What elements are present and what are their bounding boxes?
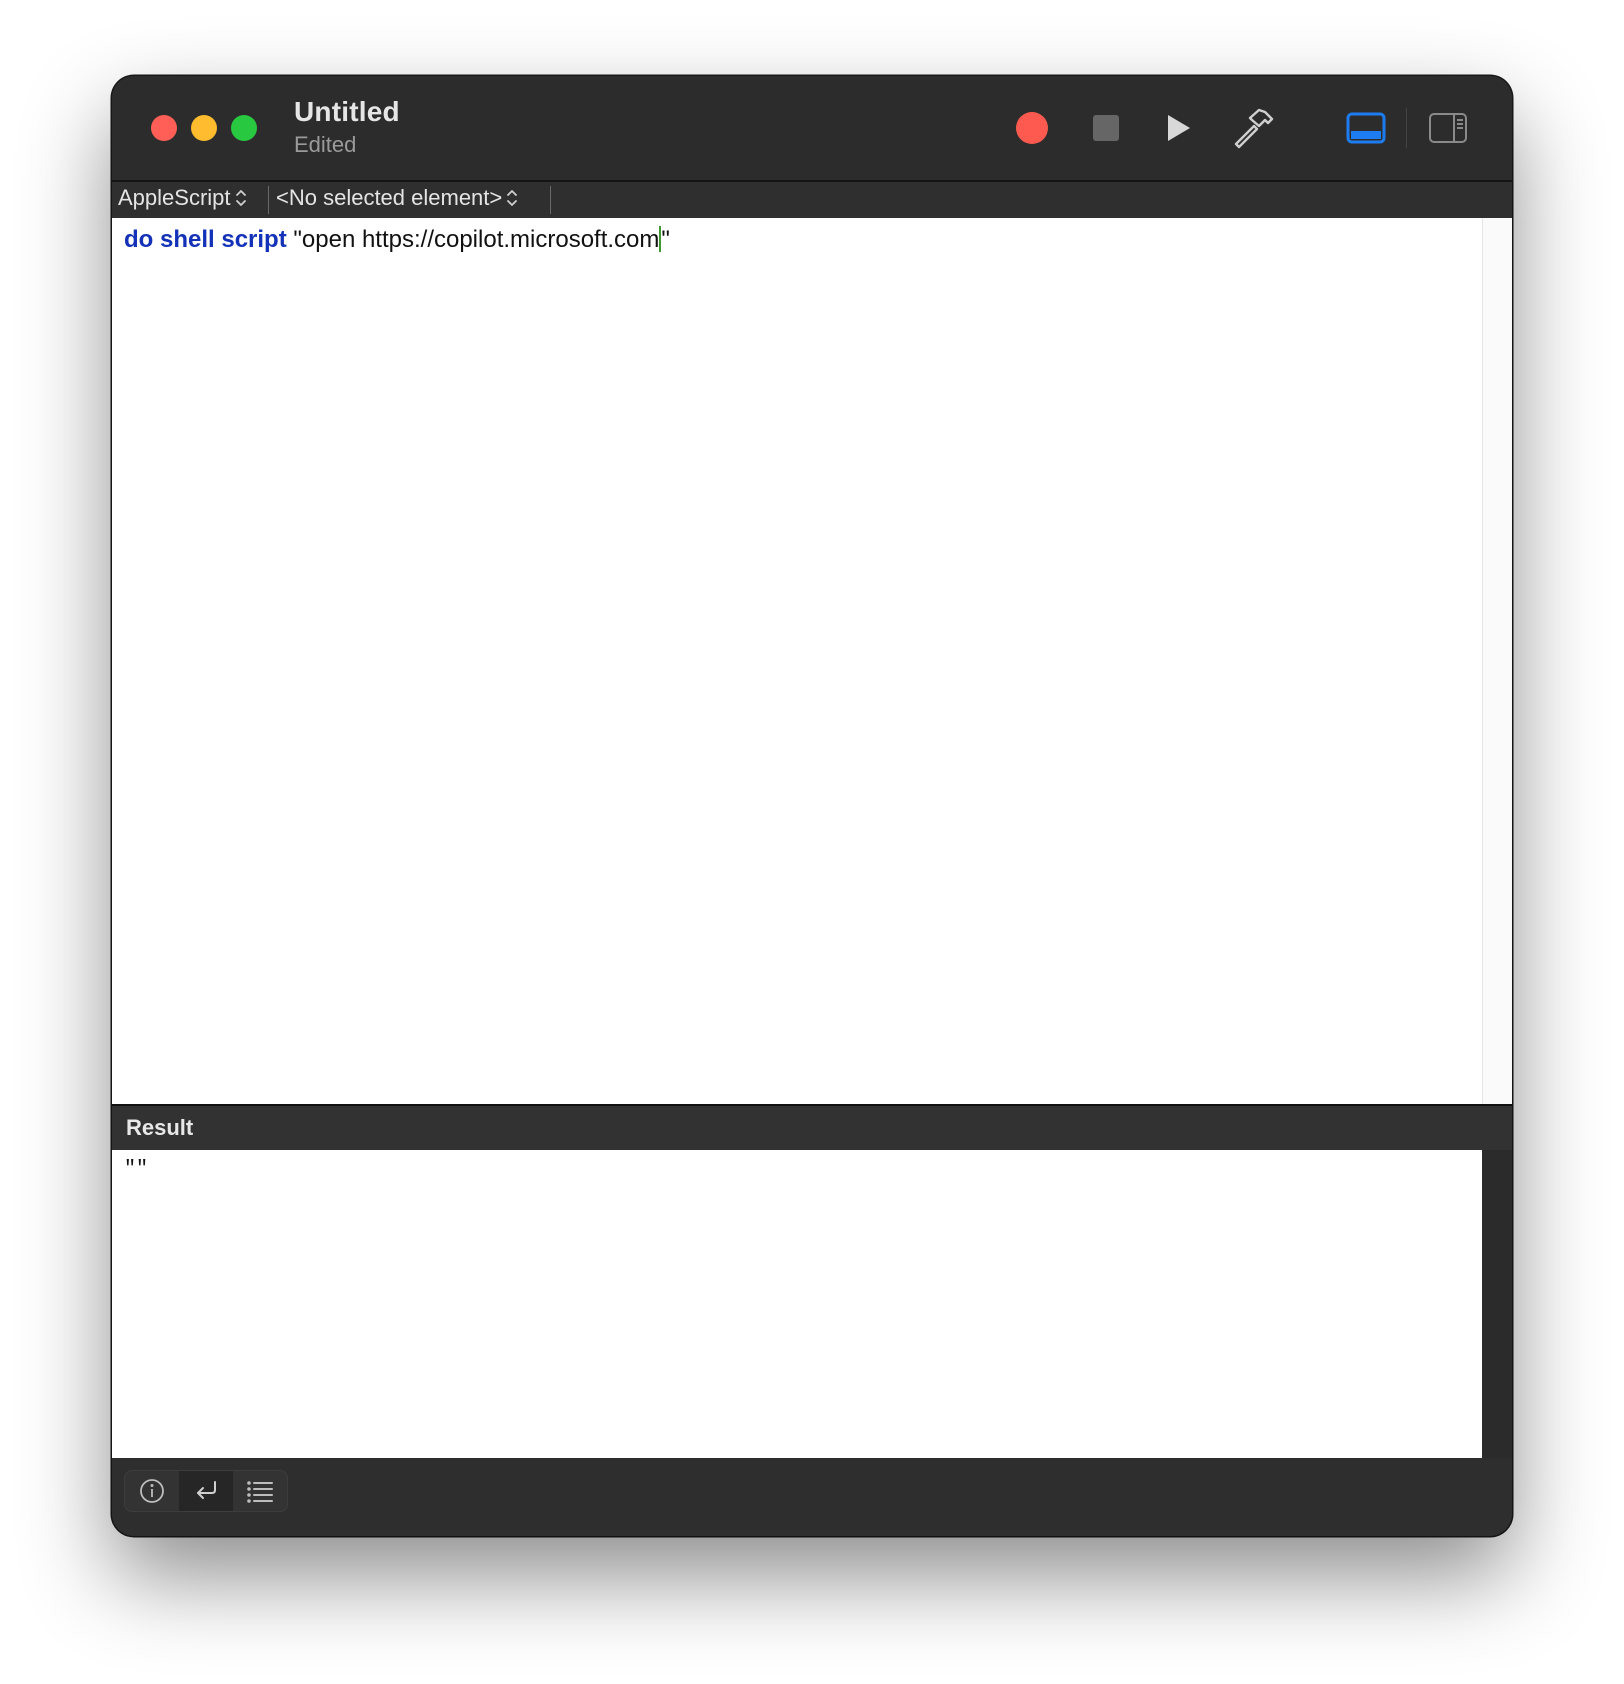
element-popup[interactable]: <No selected element> (276, 185, 518, 211)
result-title: Result (126, 1115, 194, 1140)
right-sidebar-icon (1429, 113, 1467, 143)
window-title[interactable]: Untitled (294, 96, 400, 128)
element-label: <No selected element> (276, 185, 503, 210)
record-button[interactable] (1008, 104, 1056, 152)
show-sidebar-button[interactable] (1424, 104, 1472, 152)
run-button[interactable] (1154, 104, 1202, 152)
navigation-separator (550, 186, 551, 214)
stop-icon (1093, 115, 1119, 141)
language-popup[interactable]: AppleScript (118, 185, 247, 211)
title-bar: Untitled Edited (112, 76, 1512, 182)
show-log-button[interactable] (1342, 104, 1390, 152)
info-icon (140, 1479, 164, 1503)
script-editor[interactable]: do shell script "open https://copilot.mi… (112, 218, 1482, 1104)
zoom-window-button[interactable] (231, 115, 257, 141)
code-string: "open https://copilot.microsoft.com (293, 226, 660, 253)
code-keyword: do shell script (124, 226, 287, 253)
language-label: AppleScript (118, 185, 231, 210)
compile-button[interactable] (1230, 104, 1278, 152)
result-scrollbar[interactable] (1482, 1150, 1512, 1458)
reply-icon (197, 1481, 216, 1499)
log-tab[interactable] (233, 1471, 287, 1511)
list-icon (247, 1481, 273, 1503)
result-header: Result (112, 1106, 1512, 1150)
bottom-bar (112, 1458, 1512, 1536)
toolbar-divider (1406, 108, 1407, 148)
minimize-window-button[interactable] (191, 115, 217, 141)
chevron-up-down-icon (507, 190, 518, 206)
result-pane[interactable]: "" (112, 1150, 1482, 1458)
stop-button[interactable] (1082, 104, 1130, 152)
navigation-separator (268, 186, 269, 214)
document-status: Edited (294, 132, 357, 157)
navigation-bar: AppleScript <No selected element> (112, 182, 1512, 219)
chevron-up-down-icon (235, 190, 246, 206)
result-tab[interactable] (179, 1471, 233, 1511)
record-icon (1016, 112, 1048, 144)
result-value: "" (124, 1158, 149, 1181)
run-icon (1168, 115, 1190, 141)
description-tab[interactable] (125, 1471, 179, 1511)
view-segmented-control (124, 1470, 288, 1512)
editor-scrollbar[interactable] (1482, 218, 1512, 1104)
hammer-icon (1234, 108, 1274, 149)
close-window-button[interactable] (151, 115, 177, 141)
script-editor-window: Untitled Edited AppleScript <No selected… (112, 76, 1512, 1536)
code-string-end: " (661, 226, 670, 253)
bottom-panel-icon (1346, 112, 1386, 144)
code-line[interactable]: do shell script "open https://copilot.mi… (124, 226, 670, 254)
